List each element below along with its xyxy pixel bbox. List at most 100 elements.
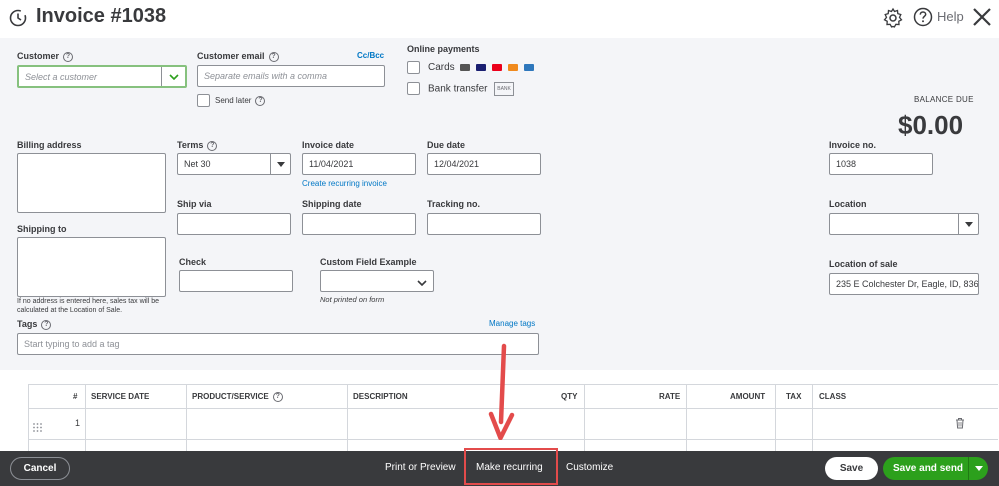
col-header-product-text: PRODUCT/SERVICE (192, 392, 269, 402)
tags-input[interactable]: Start typing to add a tag (17, 333, 539, 355)
cards-option: Cards (428, 62, 534, 74)
chevron-down-icon[interactable] (968, 457, 988, 480)
col-header-tax: TAX (786, 392, 802, 401)
ship-via-input[interactable] (177, 213, 291, 235)
terms-label: Terms? (177, 140, 218, 151)
invoice-date-label: Invoice date (302, 140, 355, 150)
mastercard-icon (492, 63, 503, 71)
gear-icon[interactable] (882, 7, 904, 29)
invoice-date-input[interactable]: 11/04/2021 (302, 153, 416, 175)
customer-label-text: Customer (17, 51, 60, 61)
col-header-qty: QTY (561, 392, 578, 401)
customer-email-label: Customer email? (197, 51, 279, 62)
help-circle-icon[interactable]: ? (41, 319, 52, 330)
col-header-num: # (73, 392, 78, 401)
location-of-sale-value: 235 E Colchester Dr, Eagle, ID, 836 (836, 279, 979, 289)
tags-placeholder: Start typing to add a tag (24, 339, 120, 349)
col-header-rate: RATE (659, 392, 681, 401)
invoice-form: Customer? Select a customer Customer ema… (0, 38, 999, 378)
send-later-text: Send later (215, 96, 252, 106)
due-date-label: Due date (427, 140, 466, 150)
recent-transactions-icon[interactable] (8, 8, 28, 28)
help-label[interactable]: Help (937, 9, 964, 24)
help-circle-icon[interactable]: ? (255, 96, 266, 106)
custom-field-note: Not printed on form (320, 295, 385, 304)
balance-due-label: BALANCE DUE (914, 95, 974, 104)
shipping-to-textarea[interactable] (17, 237, 166, 297)
invoice-header: Invoice #1038 Help (0, 0, 999, 38)
ship-via-label: Ship via (177, 199, 212, 209)
custom-field-label: Custom Field Example (320, 257, 417, 267)
row-number: 1 (75, 418, 81, 428)
check-label: Check (179, 257, 207, 267)
save-and-send-button[interactable]: Save and send (883, 457, 988, 480)
cards-checkbox[interactable] (407, 61, 420, 74)
save-button[interactable]: Save (825, 457, 878, 480)
send-later-checkbox[interactable] (197, 94, 210, 107)
terms-select[interactable]: Net 30 (177, 153, 291, 175)
help-circle-icon[interactable]: ? (63, 51, 74, 62)
col-header-class: CLASS (819, 392, 847, 401)
customer-placeholder: Select a customer (25, 71, 98, 82)
tags-label-text: Tags (17, 319, 38, 329)
chevron-down-icon[interactable] (417, 278, 427, 288)
location-of-sale-input[interactable]: 235 E Colchester Dr, Eagle, ID, 836 (829, 273, 979, 295)
caret-down-icon[interactable] (958, 214, 978, 234)
annotation-highlight-box (464, 448, 558, 485)
invoice-no-value: 1038 (836, 159, 857, 169)
invoice-date-value: 11/04/2021 (309, 159, 354, 169)
terms-value: Net 30 (184, 159, 211, 169)
discover-icon (507, 63, 518, 71)
trash-icon[interactable] (955, 416, 965, 434)
drag-handle-icon[interactable] (33, 419, 42, 437)
billing-address-textarea[interactable] (17, 153, 166, 213)
customize-link[interactable]: Customize (566, 462, 613, 473)
balance-due-value: $0.00 (898, 110, 964, 140)
help-circle-icon[interactable]: ? (268, 51, 279, 62)
cancel-button[interactable]: Cancel (10, 457, 70, 480)
col-header-service-date: SERVICE DATE (91, 392, 150, 401)
invoice-no-input[interactable]: 1038 (829, 153, 933, 175)
customer-email-placeholder: Separate emails with a comma (204, 71, 328, 81)
customer-email-label-text: Customer email (197, 51, 265, 61)
send-later-label: Send later? (215, 96, 266, 106)
custom-field-select[interactable] (320, 270, 434, 292)
customer-label: Customer? (17, 51, 74, 62)
help-icon[interactable] (913, 7, 933, 27)
annotation-arrow-icon (488, 343, 515, 440)
cards-label: Cards (428, 62, 455, 73)
due-date-input[interactable]: 12/04/2021 (427, 153, 541, 175)
visa-icon (476, 63, 487, 71)
check-input[interactable] (179, 270, 293, 292)
cc-bcc-link[interactable]: Cc/Bcc (357, 51, 384, 60)
location-label: Location (829, 199, 867, 209)
save-and-send-label: Save and send (893, 463, 964, 474)
due-date-value: 12/04/2021 (434, 159, 480, 169)
print-preview-link[interactable]: Print or Preview (385, 462, 456, 473)
col-header-description: DESCRIPTION (353, 392, 408, 401)
col-header-amount: AMOUNT (730, 392, 766, 401)
bank-transfer-option: Bank transfer BANK (428, 82, 514, 96)
shipping-date-label: Shipping date (302, 199, 362, 209)
bank-transfer-checkbox[interactable] (407, 82, 420, 95)
terms-label-text: Terms (177, 140, 204, 150)
customer-select[interactable]: Select a customer (17, 65, 187, 88)
bank-transfer-label: Bank transfer (428, 83, 488, 95)
caret-down-icon[interactable] (270, 154, 290, 174)
tracking-no-input[interactable] (427, 213, 541, 235)
bank-badge: BANK (494, 82, 514, 96)
chevron-down-icon[interactable] (161, 67, 185, 86)
billing-address-label: Billing address (17, 140, 82, 150)
help-circle-icon[interactable]: ? (272, 392, 283, 402)
help-circle-icon[interactable]: ? (207, 140, 218, 151)
create-recurring-invoice-link[interactable]: Create recurring invoice (302, 179, 387, 188)
address-tax-note: If no address is entered here, sales tax… (17, 298, 160, 314)
amex-icon (523, 63, 534, 71)
close-icon[interactable] (970, 5, 994, 29)
customer-email-input[interactable]: Separate emails with a comma (197, 65, 385, 87)
shipping-date-input[interactable] (302, 213, 416, 235)
page-title: Invoice #1038 (36, 5, 167, 27)
manage-tags-link[interactable]: Manage tags (489, 319, 535, 328)
location-select[interactable] (829, 213, 979, 235)
online-payments-label: Online payments (407, 44, 480, 54)
